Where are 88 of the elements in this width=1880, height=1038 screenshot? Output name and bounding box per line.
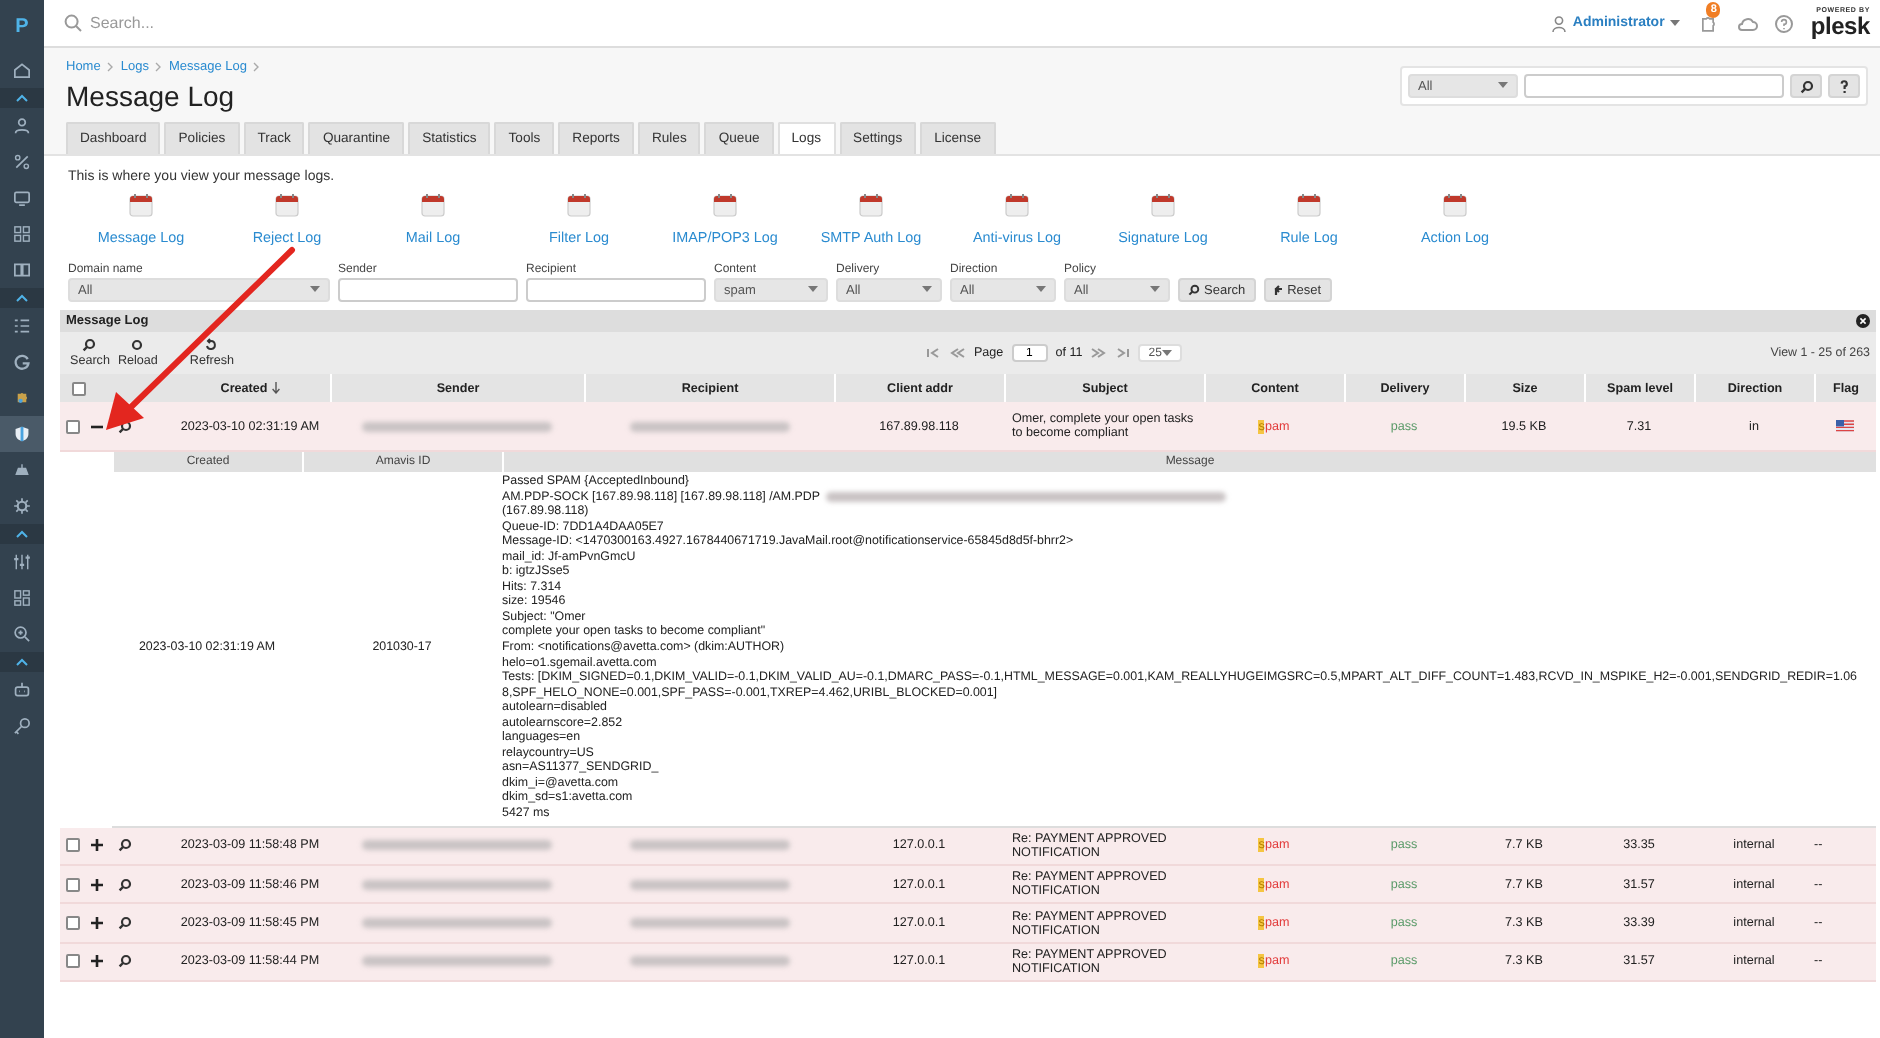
first-page-icon[interactable] <box>925 348 942 358</box>
search-icon <box>82 338 97 352</box>
chevron-up-icon <box>16 294 28 302</box>
caret-icon <box>808 286 818 294</box>
home-icon <box>12 60 32 80</box>
search-icon[interactable] <box>118 877 132 892</box>
search-icon <box>1188 284 1200 296</box>
chevron-right-icon <box>106 62 115 72</box>
search-button[interactable] <box>1790 74 1822 98</box>
logo[interactable]: P <box>0 0 44 52</box>
collapse-toggle[interactable] <box>0 652 44 672</box>
calendar-icon <box>128 192 154 218</box>
tiles-icon <box>12 588 32 608</box>
search-icon[interactable] <box>118 838 132 853</box>
checkbox[interactable] <box>71 381 85 395</box>
book-icon <box>12 260 32 280</box>
puzzle-icon <box>12 388 32 408</box>
expand-icon[interactable] <box>90 916 104 931</box>
flag-icon <box>1836 420 1854 432</box>
checkbox[interactable] <box>66 419 80 433</box>
reload-icon <box>130 338 145 352</box>
settings-icon <box>12 496 32 516</box>
checkbox[interactable] <box>66 877 80 892</box>
caret-icon <box>1036 286 1046 294</box>
close-icon[interactable] <box>1856 314 1870 328</box>
collapse-toggle[interactable] <box>0 524 44 544</box>
search-icon[interactable] <box>118 916 132 931</box>
chevron-up-icon <box>16 94 28 102</box>
calendar-icon <box>1149 192 1176 218</box>
page-title: Message Log <box>66 80 237 112</box>
sliders-icon <box>12 552 32 572</box>
caret-icon <box>1150 286 1160 294</box>
list-icon <box>12 316 32 336</box>
undo-icon <box>1273 284 1284 296</box>
caret-icon <box>1162 349 1173 357</box>
sort-icon <box>271 382 280 394</box>
ship-icon <box>12 460 32 480</box>
help-icon[interactable] <box>1774 13 1795 33</box>
caret-icon <box>922 286 932 294</box>
search-icon <box>64 14 82 32</box>
cloud-icon[interactable] <box>1736 13 1759 33</box>
search-icon <box>1799 79 1813 93</box>
zoom-icon <box>12 624 32 644</box>
caret-icon <box>1498 82 1508 90</box>
caret-icon <box>1670 19 1681 27</box>
chevron-right-icon <box>252 62 261 72</box>
next-page-icon[interactable] <box>1090 348 1107 358</box>
monitor-icon <box>12 188 32 208</box>
percent-icon <box>12 152 32 172</box>
calendar-icon <box>419 192 446 218</box>
checkbox[interactable] <box>66 954 80 969</box>
grid-icon <box>12 224 32 244</box>
expand-icon[interactable] <box>90 954 104 969</box>
refresh-icon <box>204 338 219 352</box>
calendar-icon <box>1296 192 1322 218</box>
calendar-icon <box>1003 192 1030 218</box>
expand-icon[interactable] <box>90 838 104 853</box>
checkbox[interactable] <box>66 838 80 853</box>
checkbox[interactable] <box>66 916 80 931</box>
shield-icon <box>12 424 32 444</box>
filter-field[interactable] <box>338 278 518 302</box>
calendar-icon <box>711 192 738 218</box>
user-icon <box>1552 15 1567 31</box>
user-icon <box>12 116 32 136</box>
previous-page-icon[interactable] <box>949 348 966 358</box>
caret-icon <box>310 286 320 294</box>
chevron-up-icon <box>16 530 28 538</box>
question-icon <box>1840 79 1848 93</box>
search-icon[interactable] <box>118 419 132 433</box>
collapse-toggle[interactable] <box>0 288 44 308</box>
collapse-toggle[interactable] <box>0 88 44 108</box>
help-button[interactable] <box>1828 74 1860 98</box>
calendar-icon <box>274 192 300 218</box>
chevron-right-icon <box>154 62 163 72</box>
search-field[interactable] <box>1524 74 1784 98</box>
sidebar-item[interactable] <box>0 416 44 452</box>
calendar-icon <box>1442 192 1468 218</box>
calendar-icon <box>858 192 884 218</box>
robot-icon <box>12 680 32 700</box>
key-icon <box>12 716 32 736</box>
calendar-icon <box>566 192 592 218</box>
chevron-up-icon <box>16 658 28 666</box>
filter-field[interactable] <box>526 278 706 302</box>
letter-g-icon <box>12 352 32 372</box>
expand-icon[interactable] <box>90 877 104 892</box>
puzzle-icon[interactable] <box>1696 11 1721 35</box>
search-icon[interactable] <box>118 954 132 969</box>
last-page-icon[interactable] <box>1114 348 1131 358</box>
